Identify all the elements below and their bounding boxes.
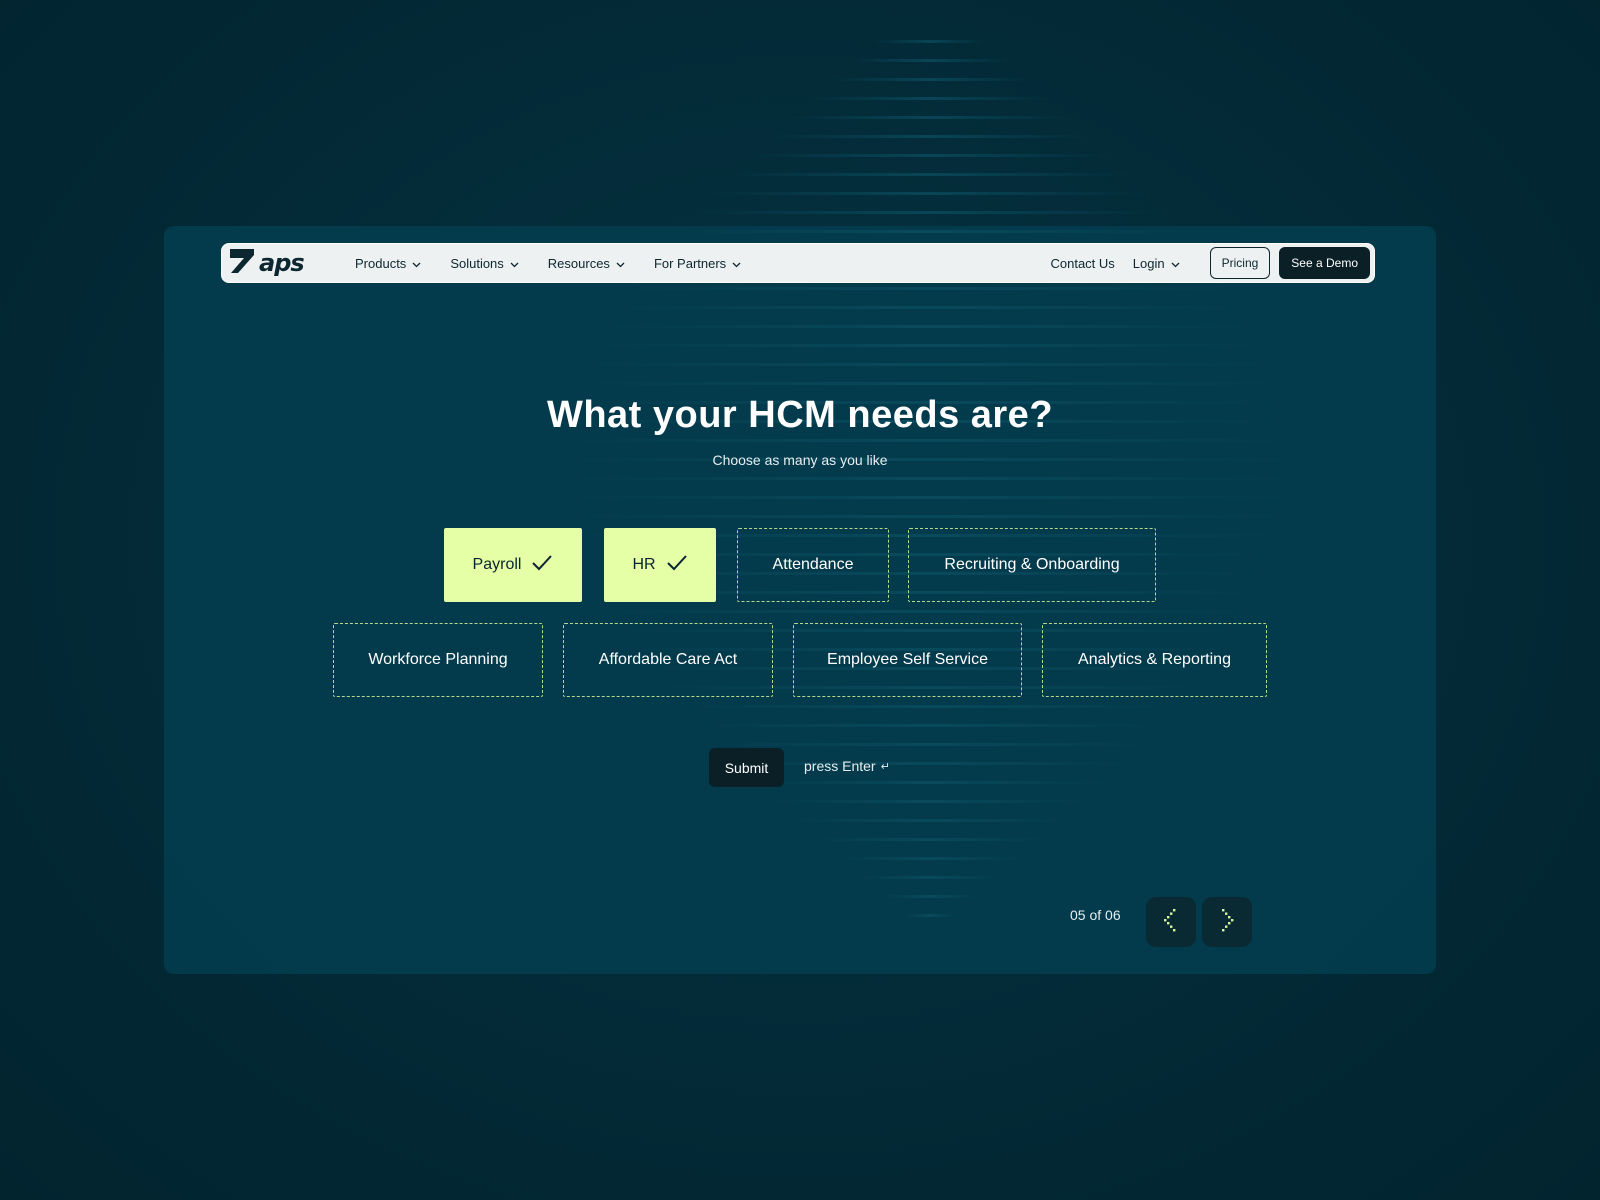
background-stripe (680, 705, 1180, 708)
background-stripe (851, 59, 1009, 62)
background-stripe (618, 306, 1242, 309)
option-label: Attendance (772, 556, 854, 573)
previous-button[interactable] (1146, 897, 1196, 947)
nav-right-actions: Contact Us Login Pricing See a Demo (1050, 247, 1374, 279)
press-enter-label: press Enter (804, 758, 876, 774)
background-stripe (753, 781, 1107, 784)
step-counter: 05 of 06 (1070, 907, 1121, 923)
login-dropdown[interactable]: Login (1133, 256, 1180, 271)
background-stripe (630, 287, 1230, 290)
option-label: Recruiting & Onboarding (944, 556, 1120, 573)
nav-item-label: Products (355, 255, 407, 271)
nav-item-label: Solutions (450, 255, 504, 271)
main-card: aps Products Solutions Resources For Par… (164, 226, 1436, 974)
option-hr[interactable]: HR (604, 528, 716, 602)
option-payroll[interactable]: Payroll (444, 528, 582, 602)
background-stripe (807, 97, 1053, 100)
background-stripe (815, 838, 1045, 841)
nav-item-for-partners[interactable]: For Partners (654, 256, 741, 271)
login-label: Login (1132, 255, 1165, 271)
option-employee-self-service[interactable]: Employee Self Service (793, 623, 1022, 697)
background-stripe (611, 610, 1248, 613)
option-label: Workforce Planning (368, 651, 508, 668)
chevron-down-icon (412, 256, 421, 271)
background-stripe (882, 895, 978, 898)
arrow-right-icon (1217, 907, 1237, 938)
brand-logo[interactable]: aps (229, 248, 319, 278)
background-stripe (570, 477, 1290, 480)
logo-wordmark: aps (259, 249, 305, 277)
background-stripe (598, 344, 1262, 347)
option-recruiting-onboarding[interactable]: Recruiting & Onboarding (908, 528, 1156, 602)
page-background: aps Products Solutions Resources For Par… (0, 0, 1600, 1200)
press-enter-hint: press Enter ↵ (804, 758, 890, 774)
background-stripe (674, 230, 1186, 233)
option-workforce-planning[interactable]: Workforce Planning (333, 623, 543, 697)
check-icon (666, 554, 688, 577)
background-stripe (726, 173, 1134, 176)
top-navbar: aps Products Solutions Resources For Par… (221, 243, 1375, 283)
nav-menu: Products Solutions Resources For Partner… (355, 256, 770, 271)
background-stripe (590, 363, 1270, 366)
nav-item-products[interactable]: Products (355, 256, 421, 271)
background-stripe (733, 762, 1127, 765)
background-stripe (697, 724, 1163, 727)
background-stripe (745, 154, 1115, 157)
option-attendance[interactable]: Attendance (737, 528, 889, 602)
background-stripe (873, 40, 987, 43)
nav-item-solutions[interactable]: Solutions (450, 255, 519, 271)
pricing-button[interactable]: Pricing (1209, 247, 1271, 279)
question-title: What your HCM needs are? (546, 394, 1054, 436)
background-stripe (794, 819, 1066, 822)
see-a-demo-button[interactable]: See a Demo (1279, 247, 1370, 279)
background-stripe (715, 743, 1145, 746)
background-stripe (571, 439, 1289, 442)
background-stripe (690, 211, 1170, 214)
nav-item-resources[interactable]: Resources (548, 256, 625, 271)
background-stripe (860, 876, 1000, 879)
chevron-down-icon (616, 256, 625, 271)
background-stripe (575, 515, 1285, 518)
background-stripe (607, 325, 1253, 328)
logo-mark-icon (229, 248, 255, 279)
chevron-down-icon (1171, 256, 1180, 271)
background-stripe (905, 914, 955, 917)
option-label: HR (632, 556, 656, 573)
arrow-left-icon (1161, 907, 1181, 938)
check-icon (531, 554, 553, 577)
background-stripe (708, 192, 1152, 195)
background-stripe (837, 857, 1023, 860)
enter-key-icon: ↵ (880, 760, 890, 773)
next-button[interactable] (1202, 897, 1252, 947)
background-stripe (773, 800, 1087, 803)
chevron-down-icon (510, 256, 519, 271)
option-label: Affordable Care Act (598, 651, 738, 668)
contact-us-link[interactable]: Contact Us (1050, 256, 1114, 271)
option-analytics-reporting[interactable]: Analytics & Reporting (1042, 623, 1267, 697)
option-label: Analytics & Reporting (1078, 651, 1231, 668)
nav-item-label: Resources (547, 255, 610, 271)
option-label: Employee Self Service (827, 651, 988, 668)
option-label: Payroll (472, 556, 522, 573)
chevron-down-icon (732, 256, 741, 271)
question-subtitle: Choose as many as you like (712, 452, 888, 468)
background-stripe (829, 78, 1031, 81)
option-affordable-care-act[interactable]: Affordable Care Act (563, 623, 773, 697)
background-stripe (765, 135, 1095, 138)
background-stripe (583, 382, 1277, 385)
submit-button[interactable]: Submit (709, 748, 784, 787)
background-stripe (572, 496, 1288, 499)
nav-item-label: For Partners (653, 255, 727, 271)
background-stripe (786, 116, 1074, 119)
